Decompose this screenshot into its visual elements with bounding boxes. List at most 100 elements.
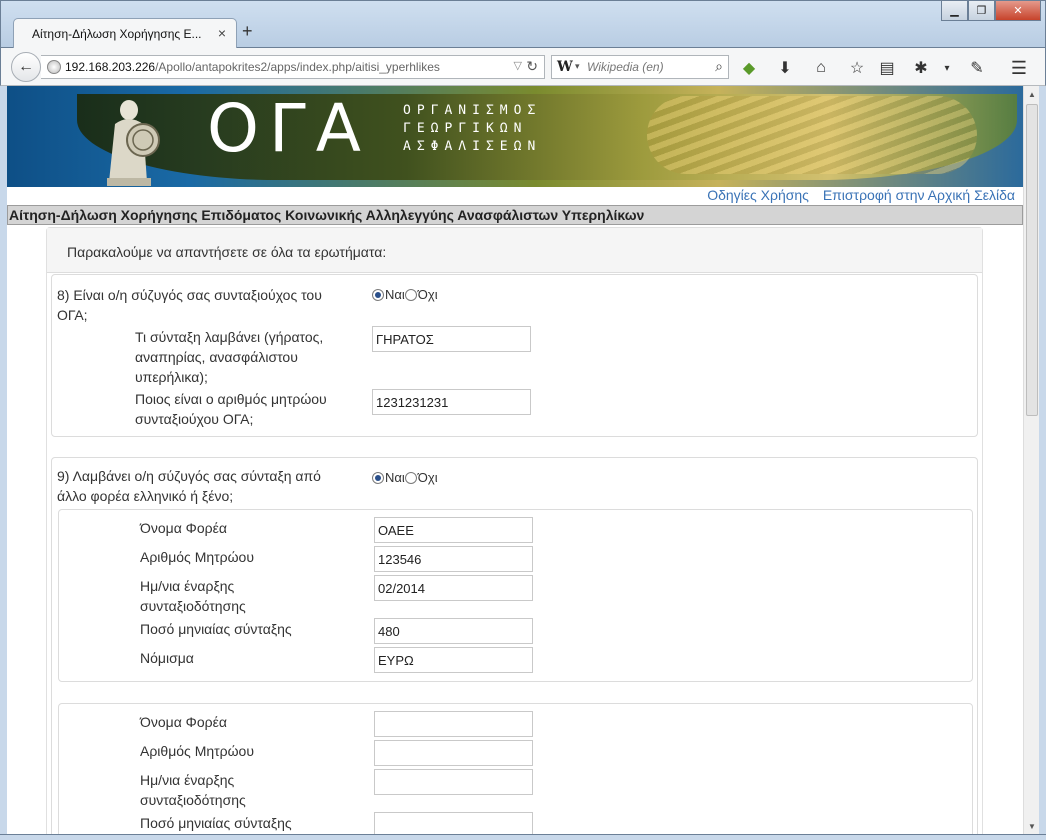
pension-type-label-line-3: υπερήλικα); [135,369,208,385]
back-arrow-icon[interactable]: ← [11,52,41,82]
pension-type-label: Τι σύνταξη λαμβάνει (γήρατος, αναπηρίας,… [135,327,323,387]
window-titlebar: Αίτηση-Δήλωση Χορήγησης Ε... × + ▁ ❐ ✕ [0,0,1046,49]
start-date-label-line-2: συνταξιοδότησης [140,792,246,808]
question-8-panel: 8) Είναι ο/η σύζυγός σας συνταξιούχος το… [51,274,978,437]
search-icon[interactable]: ⌕ [715,58,723,75]
search-bar[interactable]: W ▾ Wikipedia (en) ⌕ [551,55,729,79]
search-placeholder: Wikipedia (en) [587,60,664,74]
pension-entry-2: Όνομα Φορέα Αριθμός Μητρώου Ημ/νια έναρξ… [58,703,973,834]
org-name-label: Όνομα Φορέα [140,520,227,536]
reading-list-icon[interactable]: ▤ [877,58,897,78]
url-path: /Apollo/antapokrites2/apps/index.php/ait… [155,60,440,74]
window-controls: ▁ ❐ ✕ [941,1,1041,21]
feedly-icon[interactable]: ◆ [739,58,759,78]
question-8-label: 8) Είναι ο/η σύζυγός σας συνταξιούχος το… [57,285,322,325]
bookmark-star-icon[interactable]: ☆ [847,58,867,78]
question-9-radio-group: Ναι Όχι [372,470,438,485]
question-8-no-label: Όχι [417,287,438,302]
question-9-label-line-1: 9) Λαμβάνει ο/η σύζυγός σας σύνταξη από [57,468,321,484]
question-9-panel: 9) Λαμβάνει ο/η σύζυγός σας σύνταξη από … [51,457,978,834]
top-links: Οδηγίες Χρήσης Επιστροφή στην Αρχική Σελ… [697,187,1015,203]
minimize-icon[interactable]: ▁ [941,1,968,21]
question-9-label-line-2: άλλο φορέα ελληνικό ή ξένο; [57,488,234,504]
monthly-amount-label: Ποσό μηνιαίας σύνταξης [140,815,292,831]
question-8-radio-group: Ναι Όχι [372,287,438,302]
oga-logo-text: ΟΓΑ [207,90,371,167]
tab-title: Αίτηση-Δήλωση Χορήγησης Ε... [32,27,202,41]
org-line-2: ΓΕΩΡΓΙΚΩΝ [403,121,528,136]
org-name-input[interactable] [374,711,533,737]
url-bar[interactable]: 192.168.203.226/Apollo/antapokrites2/app… [41,55,545,79]
browser-tab[interactable]: Αίτηση-Δήλωση Χορήγησης Ε... × [13,18,237,49]
oga-banner: ΟΓΑ ΟΡΓΑΝΙΣΜΟΣ ΓΕΩΡΓΙΚΩΝ ΑΣΦΑΛΙΣΕΩΝ [7,86,1023,187]
question-9-yes-radio[interactable] [372,471,384,484]
statue-logo-icon [107,100,160,186]
monthly-amount-input[interactable]: 480 [374,618,533,644]
question-9-label: 9) Λαμβάνει ο/η σύζυγός σας σύνταξη από … [57,466,321,506]
currency-label: Νόμισμα [140,650,194,666]
reg-no-label: Αριθμός Μητρώου [140,743,255,759]
start-date-input[interactable]: 02/2014 [374,575,533,601]
oga-regno-label-line-2: συνταξιούχου ΟΓΑ; [135,411,254,427]
home-link[interactable]: Επιστροφή στην Αρχική Σελίδα [823,187,1015,203]
oga-regno-label-line-1: Ποιος είναι ο αριθμός μητρώου [135,391,327,407]
pension-entry-1: Όνομα Φορέα ΟΑΕΕ Αριθμός Μητρώου 123546 … [58,509,973,682]
new-tab-icon[interactable]: + [242,21,253,42]
pension-type-input[interactable]: ΓΗΡΑΤΟΣ [372,326,531,352]
notes-icon[interactable]: ✎ [967,58,987,78]
question-9-yes-label: Ναι [385,470,405,485]
download-icon[interactable]: ⬇ [775,58,795,78]
page-title: Αίτηση-Δήλωση Χορήγησης Επιδόματος Κοινω… [7,205,1023,225]
vertical-scrollbar[interactable]: ▲ ▼ [1023,86,1039,834]
oga-regno-label: Ποιος είναι ο αριθμός μητρώου συνταξιούχ… [135,389,327,429]
page-viewport: ΟΓΑ ΟΡΓΑΝΙΣΜΟΣ ΓΕΩΡΓΙΚΩΝ ΑΣΦΑΛΙΣΕΩΝ Οδηγ… [7,86,1023,834]
start-date-label: Ημ/νια έναρξης συνταξιοδότησης [140,576,246,616]
org-line-3: ΑΣΦΑΛΙΣΕΩΝ [403,139,542,154]
oga-regno-input[interactable]: 1231231231 [372,389,531,415]
question-8-yes-label: Ναι [385,287,405,302]
maximize-icon[interactable]: ❐ [968,1,995,21]
question-8-label-line-1: 8) Είναι ο/η σύζυγός σας συνταξιούχος το… [57,287,322,303]
reg-no-input[interactable]: 123546 [374,546,533,572]
scroll-down-icon[interactable]: ▼ [1024,818,1040,834]
globe-icon [47,60,61,74]
wikipedia-icon[interactable]: W [557,59,573,75]
url-host: 192.168.203.226 [65,60,156,74]
question-9-no-radio[interactable] [404,471,417,484]
org-name-label: Όνομα Φορέα [140,714,227,730]
navigation-toolbar: ← 192.168.203.226/Apollo/antapokrites2/a… [0,48,1046,86]
start-date-label-line-1: Ημ/νια έναρξης [140,578,235,594]
pension-type-label-line-1: Τι σύνταξη λαμβάνει (γήρατος, [135,329,324,345]
hamburger-menu-icon[interactable]: ☰ [1009,58,1029,78]
monthly-amount-label: Ποσό μηνιαίας σύνταξης [140,621,292,637]
close-icon[interactable]: ✕ [995,1,1041,21]
reload-icon[interactable]: ↻ [526,58,538,75]
reg-no-label: Αριθμός Μητρώου [140,549,255,565]
question-9-no-label: Όχι [417,470,438,485]
scroll-up-icon[interactable]: ▲ [1024,86,1040,102]
question-8-yes-radio[interactable] [372,288,384,301]
scrollbar-thumb[interactable] [1026,104,1038,416]
start-date-input[interactable] [374,769,533,795]
reg-no-input[interactable] [374,740,533,766]
start-date-label: Ημ/νια έναρξης συνταξιοδότησης [140,770,246,810]
org-name-input[interactable]: ΟΑΕΕ [374,517,533,543]
currency-input[interactable]: ΕΥΡΩ [374,647,533,673]
org-line-1: ΟΡΓΑΝΙΣΜΟΣ [403,103,542,118]
start-date-label-line-2: συνταξιοδότησης [140,598,246,614]
question-8-label-line-2: ΟΓΑ; [57,307,88,323]
help-link[interactable]: Οδηγίες Χρήσης [707,187,809,203]
menu-dropdown-icon[interactable]: ▾ [937,58,957,78]
home-icon[interactable]: ⌂ [811,58,831,78]
tab-close-icon[interactable]: × [218,25,226,41]
url-dropdown-icon[interactable]: ▽ [514,59,522,72]
search-engine-dropdown-icon[interactable]: ▾ [575,61,580,72]
question-8-no-radio[interactable] [404,288,417,301]
wheat-image [647,96,977,174]
window-bottom-border [0,834,1046,840]
organization-name: ΟΡΓΑΝΙΣΜΟΣ ΓΕΩΡΓΙΚΩΝ ΑΣΦΑΛΙΣΕΩΝ [403,102,541,156]
url-text: 192.168.203.226/Apollo/antapokrites2/app… [65,60,440,74]
monthly-amount-input[interactable] [374,812,533,834]
bug-icon[interactable]: ✱ [911,58,931,78]
intro-box: Παρακαλούμε να απαντήσετε σε όλα τα ερωτ… [47,228,982,273]
